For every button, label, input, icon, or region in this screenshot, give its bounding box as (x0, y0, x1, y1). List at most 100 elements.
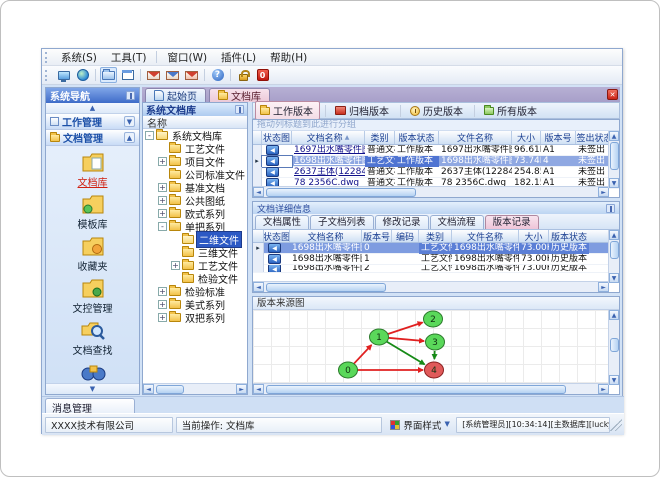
scroll-right-icon[interactable]: ► (598, 282, 609, 292)
document-row[interactable]: ◀ 1697出水嘴零件图.dwg 普通文档 工作版本 1697出水嘴零件图.dw… (253, 144, 619, 156)
resize-grip[interactable] (610, 418, 622, 431)
message-management-tab[interactable]: 消息管理 (45, 398, 135, 415)
col-version-no[interactable]: 版本号 (362, 230, 392, 242)
col-version-state[interactable]: 版本状态 (549, 230, 589, 243)
expand-icon[interactable]: + (158, 287, 167, 296)
scroll-left-icon[interactable]: ◄ (253, 384, 264, 394)
document-row-selected[interactable]: ▸ ◀ 1698出水嘴零件图.dwg 工艺文件 工作版本 1698出水嘴零件图.… (253, 154, 619, 168)
detail-hscrollbar[interactable]: ◄ ► (253, 281, 609, 292)
help-icon[interactable]: ? (209, 67, 226, 83)
scroll-left-icon[interactable]: ◄ (143, 384, 154, 394)
scroll-thumb[interactable] (609, 338, 619, 352)
folder-icon[interactable] (100, 67, 117, 83)
expand-icon[interactable]: + (158, 300, 167, 309)
col-size[interactable]: 大小 (512, 131, 541, 144)
scroll-down-icon[interactable]: ▼ (609, 273, 619, 283)
version-row[interactable]: ◀ 1698出水嘴零件图.dwg 1 工艺文件 1698出水嘴零件图.dwg 7… (253, 253, 619, 265)
version-graph[interactable]: 0 1 2 3 4 (253, 310, 609, 385)
scroll-thumb[interactable] (609, 142, 619, 170)
sidebar-item-document-library[interactable]: 文档库 (46, 150, 139, 190)
tab-subdoc-list[interactable]: 子文档列表 (310, 215, 374, 229)
power-icon[interactable]: 0 (254, 67, 271, 83)
mail-blue-icon[interactable] (164, 67, 181, 83)
mail-open-icon[interactable] (183, 67, 200, 83)
ui-style-dropdown[interactable]: 界面样式 ▼ (385, 417, 453, 433)
detail-vscrollbar[interactable]: ▲ ▼ (608, 230, 619, 283)
sidebar-group-work[interactable]: 工作管理 ▼ (46, 114, 139, 130)
sidebar-item-template-library[interactable]: 模板库 (46, 192, 139, 232)
tab-document-library[interactable]: 文档库 (209, 88, 270, 103)
archived-version-button[interactable]: 归档版本 (331, 102, 395, 119)
tab-doc-properties[interactable]: 文档属性 (255, 215, 310, 229)
document-row[interactable]: ◀ 2637主体(12284).dwg 普通文档 工作版本 2637主体(122… (253, 166, 619, 178)
history-version-button[interactable]: 历史版本 (406, 102, 469, 119)
scroll-up-icon[interactable]: ▲ (609, 310, 619, 320)
pin-icon[interactable] (235, 105, 244, 114)
working-version-button[interactable]: 工作版本 (255, 101, 320, 120)
sidebar-item-favorites[interactable]: 收藏夹 (46, 234, 139, 274)
scroll-down-icon[interactable]: ▼ (609, 178, 619, 188)
close-icon[interactable]: ✕ (607, 89, 618, 100)
scroll-up-icon[interactable]: ▲ (609, 230, 619, 240)
chevron-up-icon[interactable]: ▲ (124, 132, 135, 143)
expand-icon[interactable]: + (158, 196, 167, 205)
menu-window[interactable]: 窗口(W) (160, 49, 214, 66)
scroll-thumb[interactable] (609, 241, 619, 259)
tab-version-record[interactable]: 版本记录 (484, 215, 539, 229)
lock-icon[interactable] (235, 67, 252, 83)
tab-modify-record[interactable]: 修改记录 (374, 215, 429, 229)
expand-icon[interactable]: + (158, 183, 167, 192)
version-row-selected[interactable]: ▸ ◀ 1698出水嘴零件图.dwg 0 工艺文件 1698出水嘴零件图.dwg… (253, 242, 619, 254)
col-doc-name[interactable]: 文档名称 (290, 230, 362, 242)
globe-icon[interactable] (74, 67, 91, 83)
scroll-thumb[interactable] (266, 282, 386, 292)
col-code[interactable]: 编码 (392, 230, 419, 242)
scroll-up-icon[interactable]: ▲ (609, 131, 619, 141)
graph-hscrollbar[interactable]: ◄ ► (253, 383, 609, 394)
sidebar-item-folder-search[interactable]: 文件夹查找 (46, 360, 139, 383)
sidebar-collapse-strip[interactable]: ▲ (46, 103, 139, 114)
document-grid-hscrollbar[interactable]: ◄ ► (253, 186, 609, 197)
scroll-thumb[interactable] (266, 384, 566, 394)
expand-icon[interactable]: + (158, 313, 167, 322)
scroll-down-icon[interactable]: ▼ (609, 375, 619, 385)
scroll-thumb[interactable] (266, 187, 416, 197)
col-version-state[interactable]: 版本状态 (395, 131, 439, 144)
col-category[interactable]: 类别 (419, 230, 452, 242)
pin-icon[interactable] (126, 91, 135, 100)
col-version-no[interactable]: 版本号 (541, 131, 576, 144)
window-icon[interactable] (119, 67, 136, 83)
sidebar-item-doc-search[interactable]: 文档查找 (46, 318, 139, 358)
menu-plugins[interactable]: 插件(L) (214, 49, 263, 66)
col-file-name[interactable]: 文件名称 (452, 230, 519, 242)
sidebar-scroll-down-strip[interactable]: ▼ (46, 383, 139, 394)
tree-column-header[interactable]: 名称 (143, 116, 247, 130)
scroll-thumb[interactable] (156, 384, 184, 394)
col-status-icon[interactable]: 状态图 (264, 230, 290, 242)
menu-tools[interactable]: 工具(T) (104, 49, 154, 66)
sidebar-item-doc-control[interactable]: 文控管理 (46, 276, 139, 316)
col-size[interactable]: 大小 (519, 230, 549, 242)
scroll-left-icon[interactable]: ◄ (253, 187, 264, 197)
mail-red-icon[interactable] (145, 67, 162, 83)
col-category[interactable]: 类别 (365, 131, 395, 144)
tree-hscrollbar[interactable]: ◄ ► (143, 383, 247, 394)
computer-icon[interactable] (55, 67, 72, 83)
document-grid-vscrollbar[interactable]: ▲ ▼ (608, 131, 619, 188)
collapse-icon[interactable]: - (158, 222, 167, 231)
chevron-down-icon[interactable]: ▼ (124, 116, 135, 127)
scroll-right-icon[interactable]: ► (236, 384, 247, 394)
col-doc-name[interactable]: 文档名称 ▲ (292, 131, 365, 144)
version-row-partial[interactable]: ◀ 1698出水嘴零件图.dwg 2 工艺文件 1698出水嘴零件图.dwg 7… (253, 265, 619, 273)
menu-help[interactable]: 帮助(H) (263, 49, 314, 66)
scroll-right-icon[interactable]: ► (598, 187, 609, 197)
col-file-name[interactable]: 文件名称 (439, 131, 512, 144)
tab-doc-flow[interactable]: 文档流程 (429, 215, 484, 229)
expand-icon[interactable]: + (171, 261, 180, 270)
scroll-left-icon[interactable]: ◄ (253, 282, 264, 292)
scroll-right-icon[interactable]: ► (598, 384, 609, 394)
col-status-icon[interactable]: 状态图 (262, 131, 292, 144)
tree-node[interactable]: + 双把系列 (143, 311, 247, 325)
pin-icon[interactable] (606, 203, 615, 213)
expand-icon[interactable]: + (158, 209, 167, 218)
